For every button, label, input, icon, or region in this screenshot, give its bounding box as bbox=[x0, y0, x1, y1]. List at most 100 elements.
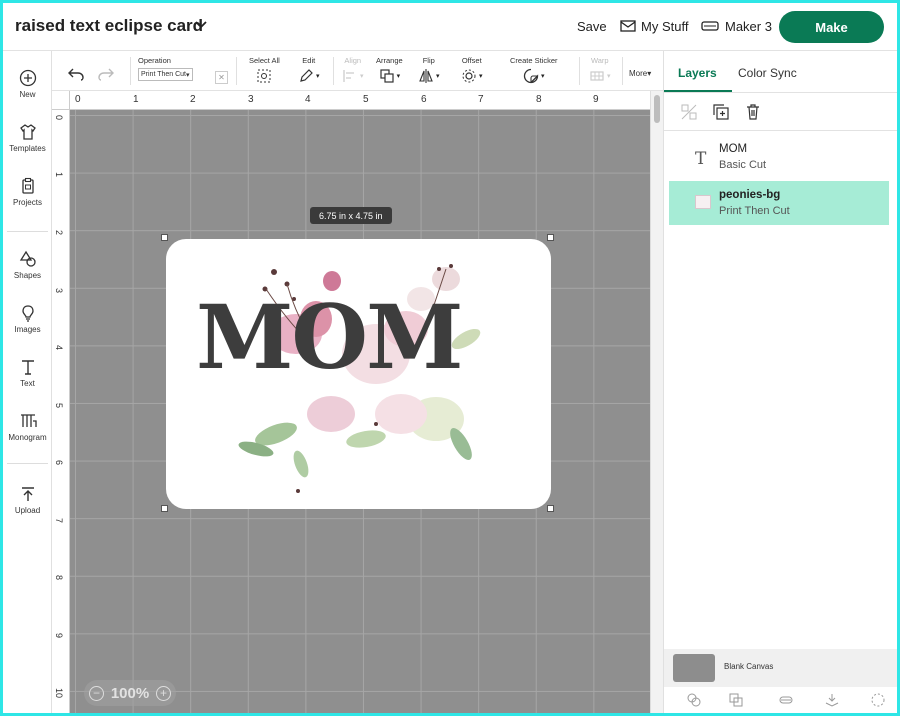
sidebar-item-projects[interactable]: Projects bbox=[3, 175, 52, 219]
blank-canvas-label: Blank Canvas bbox=[724, 662, 774, 671]
resize-handle[interactable] bbox=[547, 234, 554, 241]
operation-value: Print Then Cut bbox=[141, 71, 187, 78]
resize-handle[interactable] bbox=[547, 505, 554, 512]
sidebar-label: Templates bbox=[9, 144, 46, 153]
more-button[interactable]: More▾ bbox=[629, 69, 651, 78]
more-label: More bbox=[629, 69, 648, 78]
resize-handle[interactable] bbox=[161, 234, 168, 241]
combine-icon[interactable] bbox=[728, 692, 744, 708]
machine-icon bbox=[701, 21, 719, 31]
arrange-button[interactable]: Arrange ▾ bbox=[376, 56, 403, 84]
tab-layers[interactable]: Layers bbox=[678, 66, 717, 80]
attach-icon[interactable] bbox=[778, 692, 794, 708]
sidebar-item-images[interactable]: Images bbox=[3, 302, 52, 346]
align-label: Align bbox=[344, 56, 362, 65]
ungroup-icon[interactable] bbox=[680, 103, 698, 121]
sidebar-label: Monogram bbox=[8, 433, 47, 442]
layer-name: MOM bbox=[719, 143, 748, 155]
sidebar-label: Projects bbox=[13, 198, 42, 207]
dropdown-arrow-icon: ▾ bbox=[541, 73, 545, 80]
edit-toolbar: Operation Print Then Cut ▾ ✕ Select All … bbox=[52, 51, 663, 91]
ruler-tick-label: 4 bbox=[305, 94, 311, 105]
app-window: raised text eclipse card Save My Stuff M… bbox=[3, 3, 897, 713]
ruler-tick-label: 1 bbox=[133, 94, 139, 105]
select-all-icon bbox=[257, 69, 271, 83]
ruler-tick-label: 10 bbox=[54, 688, 64, 699]
toolbar-divider bbox=[236, 57, 237, 85]
blank-canvas-row[interactable]: Blank Canvas bbox=[664, 649, 897, 687]
contour-icon[interactable] bbox=[870, 692, 886, 708]
warp-icon bbox=[590, 71, 604, 81]
mom-text-layer[interactable]: MOM bbox=[196, 285, 463, 389]
undo-icon[interactable] bbox=[68, 67, 84, 81]
offset-button[interactable]: Offset ▾ bbox=[461, 56, 483, 84]
dropdown-arrow-icon: ▾ bbox=[396, 73, 401, 80]
dropdown-arrow-icon: ▾ bbox=[479, 73, 483, 80]
ruler-tick-label: 3 bbox=[248, 94, 254, 105]
align-button[interactable]: Align ▾ bbox=[342, 56, 364, 84]
flatten-icon[interactable] bbox=[824, 692, 840, 708]
chevron-down-icon[interactable] bbox=[194, 17, 208, 31]
zoom-in-button[interactable]: + bbox=[156, 685, 171, 701]
flip-label: Flip bbox=[422, 56, 435, 65]
card-design[interactable]: MOM bbox=[166, 239, 551, 509]
edit-button[interactable]: Edit ▾ bbox=[298, 56, 320, 84]
my-stuff-button[interactable]: My Stuff bbox=[620, 17, 688, 35]
ruler-corner bbox=[52, 91, 70, 110]
ruler-tick-label: 7 bbox=[54, 518, 64, 524]
resize-handle[interactable] bbox=[161, 505, 168, 512]
layer-row-peonies-bg[interactable]: peonies-bg Print Then Cut bbox=[669, 181, 889, 225]
panel-bottom-actions bbox=[664, 687, 897, 713]
warp-button[interactable]: Warp ▾ bbox=[589, 56, 611, 84]
scrollbar-thumb[interactable] bbox=[654, 95, 660, 123]
upload-icon bbox=[21, 487, 34, 501]
ruler-tick-label: 8 bbox=[536, 94, 542, 105]
ruler-tick-label: 0 bbox=[75, 94, 81, 105]
toolbar-divider bbox=[579, 57, 580, 85]
machine-selector[interactable]: Maker 3 bbox=[701, 17, 772, 35]
create-sticker-label: Create Sticker bbox=[510, 56, 558, 65]
slice-icon[interactable] bbox=[686, 692, 702, 708]
redo-icon[interactable] bbox=[98, 67, 114, 81]
create-sticker-button[interactable]: Create Sticker ▾ bbox=[510, 56, 558, 84]
select-all-label: Select All bbox=[249, 56, 280, 65]
sidebar-label: Images bbox=[14, 325, 41, 334]
layer-row-mom[interactable]: T MOM Basic Cut bbox=[669, 135, 889, 179]
edit-label: Edit bbox=[302, 56, 316, 65]
flip-icon bbox=[419, 69, 433, 83]
delete-icon[interactable] bbox=[744, 103, 762, 121]
select-all-button[interactable]: Select All bbox=[249, 56, 280, 84]
operation-clear-icon[interactable]: ✕ bbox=[215, 71, 228, 84]
make-button[interactable]: Make bbox=[779, 11, 884, 43]
zoom-out-button[interactable]: − bbox=[89, 685, 104, 701]
design-canvas[interactable]: 6.75 in x 4.75 in MOM − 100% + bbox=[70, 110, 650, 713]
ruler-tick-label: 6 bbox=[54, 460, 64, 466]
dropdown-arrow-icon: ▾ bbox=[316, 73, 320, 80]
text-icon bbox=[21, 360, 34, 375]
operation-select[interactable]: Print Then Cut ▾ bbox=[138, 68, 193, 81]
flip-button[interactable]: Flip ▾ bbox=[418, 56, 440, 84]
zoom-control: − 100% + bbox=[84, 680, 176, 706]
tab-color-sync[interactable]: Color Sync bbox=[738, 66, 797, 80]
sidebar-item-monogram[interactable]: Monogram bbox=[3, 410, 52, 454]
project-title[interactable]: raised text eclipse card bbox=[15, 16, 203, 36]
operation-group: Operation Print Then Cut ▾ bbox=[138, 56, 193, 81]
pencil-icon bbox=[300, 69, 313, 82]
sidebar-item-text[interactable]: Text bbox=[3, 356, 52, 400]
dropdown-arrow-icon: ▾ bbox=[647, 69, 652, 78]
align-icon bbox=[343, 70, 354, 82]
sidebar-item-templates[interactable]: Templates bbox=[3, 121, 52, 165]
layers-panel: Layers Color Sync T MOM Basic Cut peonie… bbox=[663, 51, 897, 713]
offset-label: Offset bbox=[461, 56, 482, 65]
sidebar-label: New bbox=[19, 90, 36, 99]
sidebar-item-upload[interactable]: Upload bbox=[3, 483, 52, 527]
machine-label: Maker 3 bbox=[725, 18, 772, 34]
shapes-icon bbox=[19, 250, 36, 267]
sidebar-item-shapes[interactable]: Shapes bbox=[3, 248, 52, 292]
ruler-tick-label: 7 bbox=[478, 94, 484, 105]
duplicate-icon[interactable] bbox=[712, 103, 730, 121]
zoom-value: 100% bbox=[110, 684, 150, 702]
vertical-scrollbar[interactable] bbox=[650, 91, 663, 713]
sidebar-item-new[interactable]: New bbox=[3, 67, 52, 111]
save-button[interactable]: Save bbox=[577, 19, 607, 34]
